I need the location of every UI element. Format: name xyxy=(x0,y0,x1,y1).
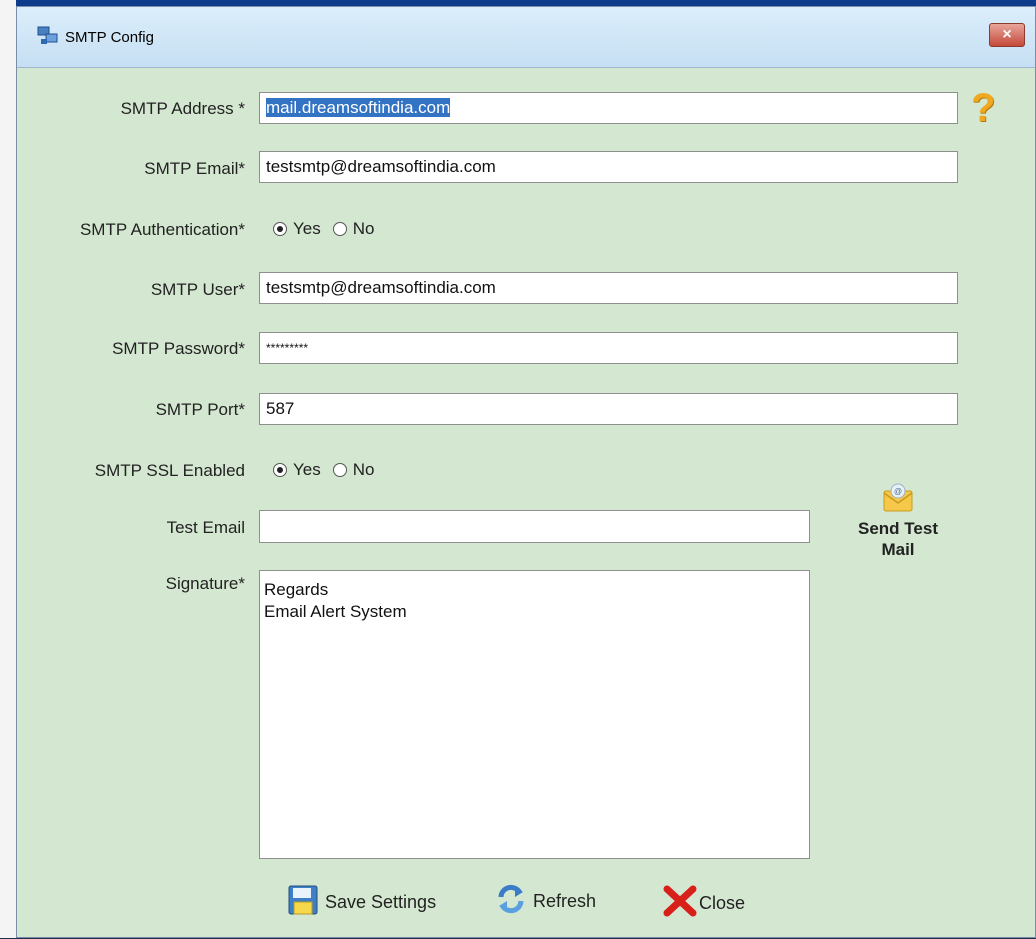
svg-text:@: @ xyxy=(894,487,902,496)
form-area: SMTP Address * mail.dreamsoftindia.com ?… xyxy=(17,67,1035,939)
smtp-ssl-label: SMTP SSL Enabled xyxy=(94,461,245,480)
smtp-user-input[interactable]: testsmtp@dreamsoftindia.com xyxy=(259,272,958,304)
smtp-auth-no-radio[interactable] xyxy=(332,222,347,236)
smtp-ssl-no-radio[interactable] xyxy=(332,463,347,477)
smtp-auth-yes-radio[interactable] xyxy=(273,222,287,236)
save-settings-label: Save Settings xyxy=(325,892,437,912)
test-email-label: Test Email xyxy=(166,518,245,537)
smtp-ssl-yes-radio[interactable] xyxy=(273,463,287,477)
smtp-auth-label: SMTP Authentication* xyxy=(79,220,245,239)
refresh-icon xyxy=(495,883,527,920)
smtp-port-input[interactable]: 587 xyxy=(259,393,958,425)
close-button[interactable]: Close xyxy=(663,885,745,922)
red-x-icon xyxy=(663,885,697,922)
smtp-port-label: SMTP Port* xyxy=(155,400,245,419)
smtp-ssl-radio-group: Yes No xyxy=(273,460,374,480)
smtp-address-label: SMTP Address * xyxy=(120,99,245,118)
envelope-icon: @ xyxy=(880,483,916,517)
smtp-ssl-no-label[interactable]: No xyxy=(353,460,375,480)
smtp-config-window: SMTP Config × SMTP Address * mail.dreams… xyxy=(16,6,1036,938)
smtp-user-label: SMTP User* xyxy=(150,280,245,299)
smtp-auth-radio-group: Yes No xyxy=(273,219,374,239)
window-title: SMTP Config xyxy=(65,29,154,46)
close-label: Close xyxy=(699,893,746,913)
window-close-button[interactable]: × xyxy=(989,23,1025,47)
smtp-auth-yes-label[interactable]: Yes xyxy=(293,219,321,239)
signature-line-2: Email Alert System xyxy=(264,602,407,621)
refresh-label: Refresh xyxy=(533,891,597,911)
send-test-mail-button[interactable]: @ Send Test Mail xyxy=(843,483,953,560)
network-icon xyxy=(37,25,59,47)
test-email-input[interactable] xyxy=(259,510,810,543)
smtp-address-input[interactable]: mail.dreamsoftindia.com xyxy=(259,92,958,124)
question-mark-icon[interactable]: ? xyxy=(971,87,1003,129)
smtp-email-input[interactable]: testsmtp@dreamsoftindia.com xyxy=(259,151,958,183)
send-test-line2: Mail xyxy=(881,540,915,559)
smtp-ssl-yes-label[interactable]: Yes xyxy=(293,460,321,480)
smtp-password-label: SMTP Password* xyxy=(112,339,245,358)
smtp-auth-no-label[interactable]: No xyxy=(353,219,375,239)
desktop-left-strip xyxy=(0,0,16,938)
title-bar[interactable]: SMTP Config × xyxy=(17,7,1035,68)
signature-label: Signature* xyxy=(165,574,245,593)
save-disk-icon xyxy=(287,884,319,921)
send-test-line1: Send Test xyxy=(858,519,938,538)
smtp-password-input[interactable]: ********* xyxy=(259,332,958,364)
save-settings-button[interactable]: Save Settings xyxy=(287,884,436,921)
smtp-email-label: SMTP Email* xyxy=(144,159,245,178)
refresh-button[interactable]: Refresh xyxy=(495,883,596,920)
signature-line-1: Regards xyxy=(264,580,329,599)
signature-textarea[interactable]: Regards Email Alert System xyxy=(259,570,810,859)
